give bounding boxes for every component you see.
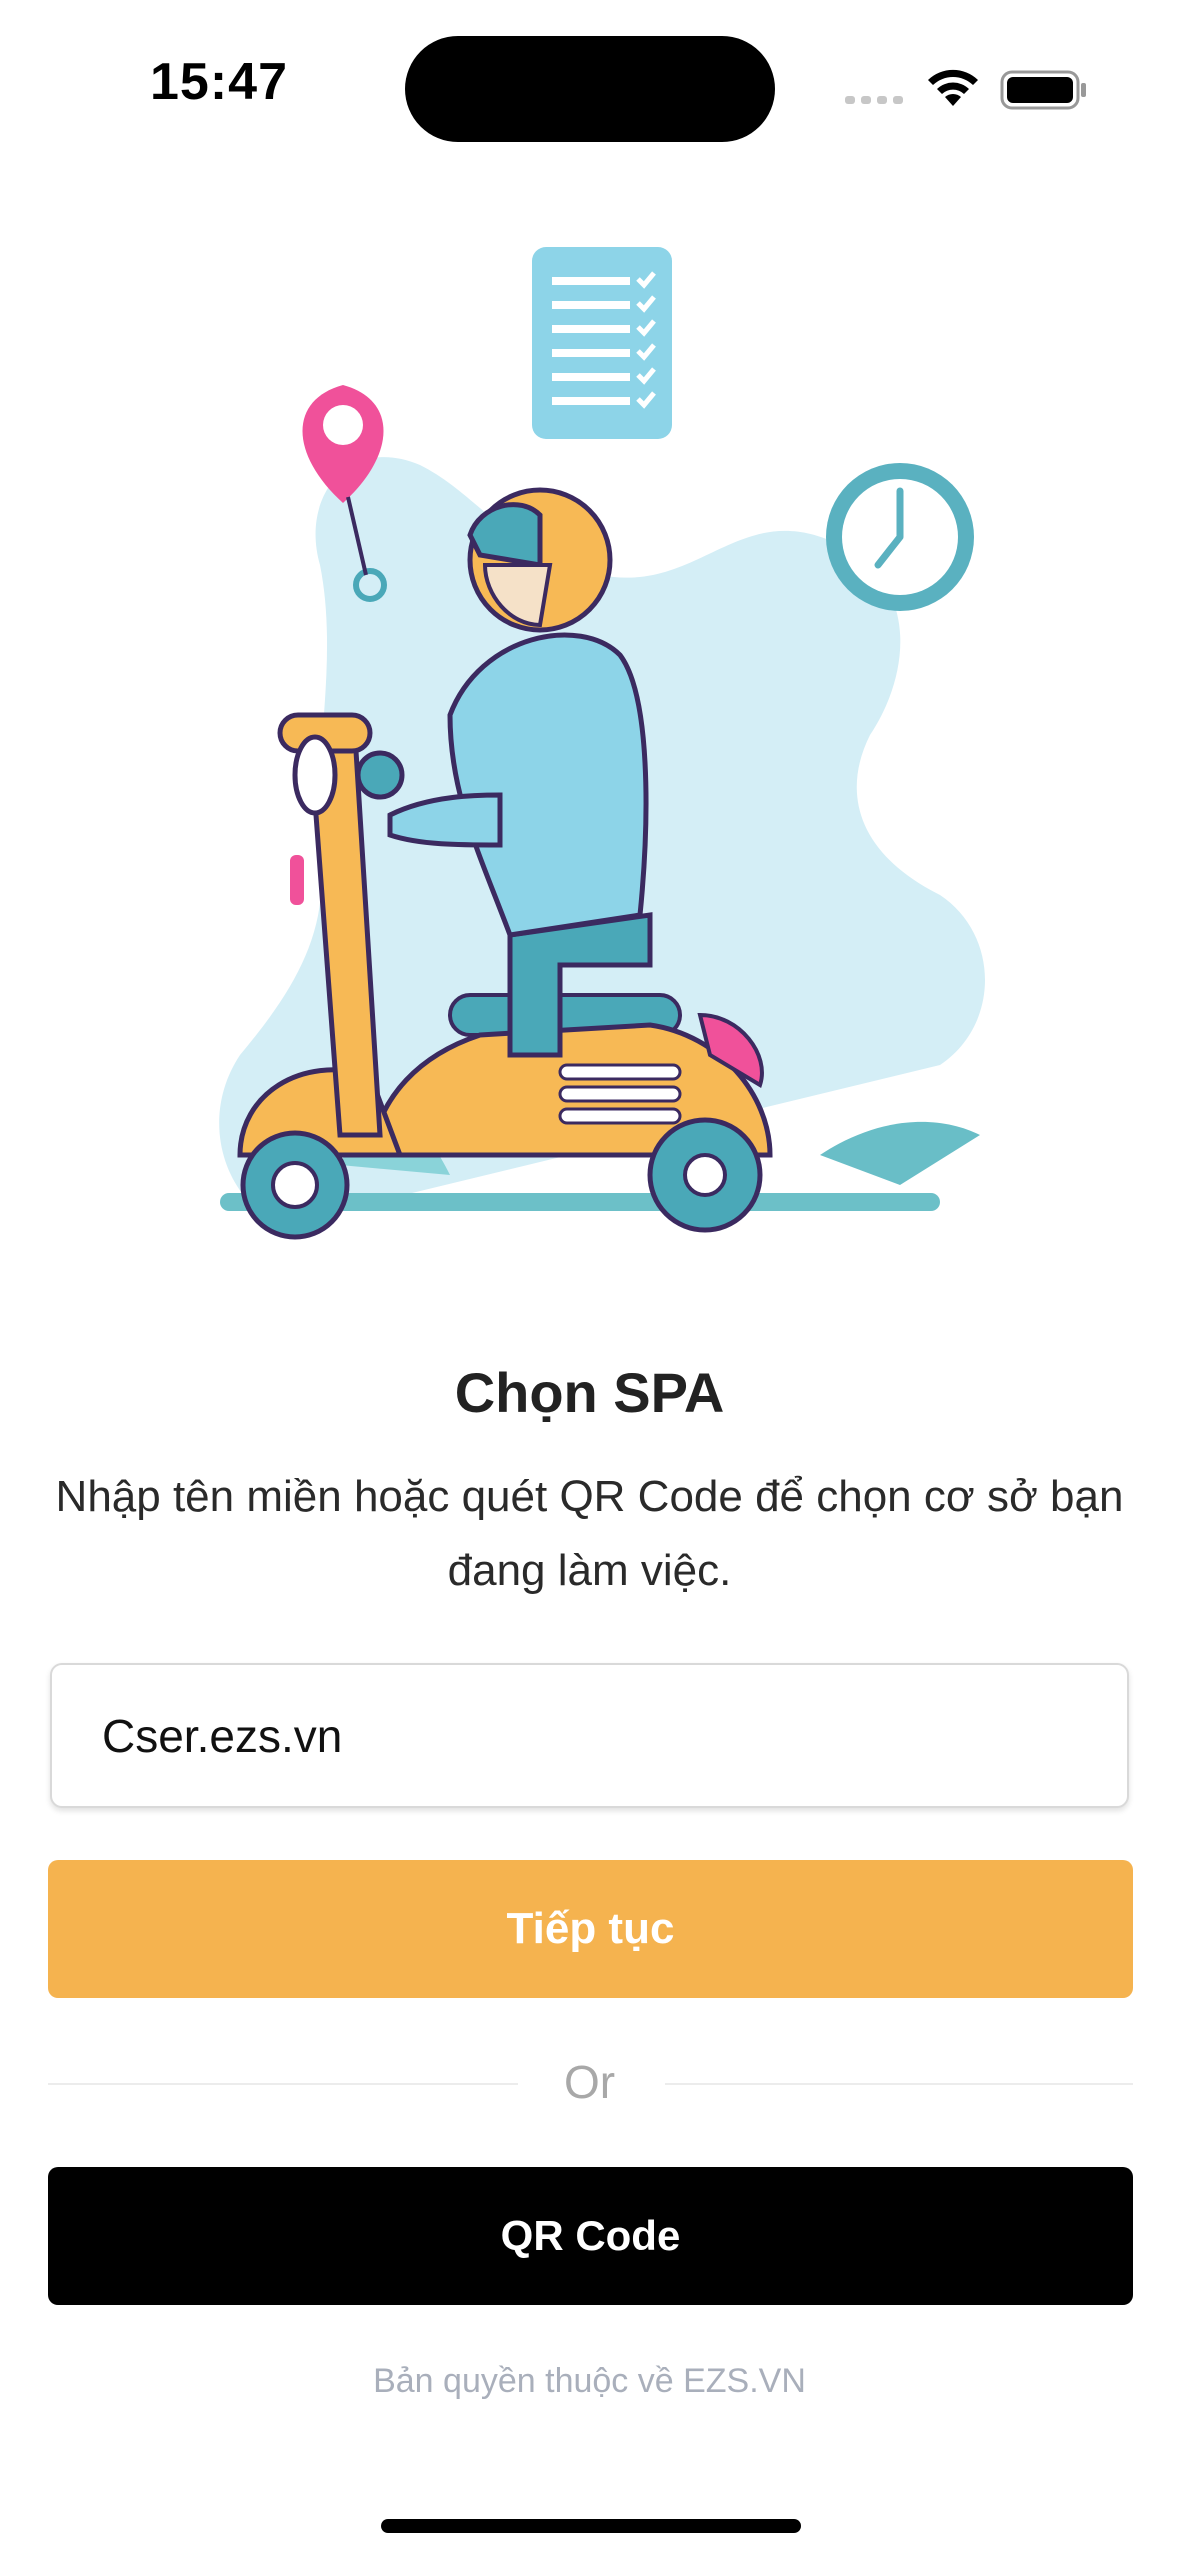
qr-code-button-label: QR Code — [500, 2212, 681, 2259]
continue-button[interactable]: Tiếp tục — [48, 1860, 1133, 1998]
domain-input[interactable] — [52, 1665, 1127, 1806]
copyright-text: Bản quyền thuộc về EZS.VN — [373, 2362, 806, 2400]
continue-button-label: Tiếp tục — [506, 1904, 675, 1953]
dynamic-island — [405, 36, 775, 142]
wifi-icon — [928, 69, 978, 106]
delivery-scooter-illustration — [219, 247, 985, 1240]
status-bar: 15:47 — [0, 0, 1179, 175]
clock-icon — [826, 463, 974, 611]
cellular-signal-icon — [845, 96, 903, 104]
status-time: 15:47 — [150, 53, 288, 111]
page-title: Chọn SPA — [454, 1361, 725, 1424]
battery-icon — [1000, 70, 1086, 110]
qr-code-button[interactable]: QR Code — [48, 2167, 1133, 2305]
divider-right — [665, 2083, 1133, 2085]
page-subtitle: Nhập tên miền hoặc quét QR Code để chọn … — [55, 1472, 1124, 1595]
home-indicator[interactable] — [381, 2519, 801, 2533]
checklist-icon — [532, 247, 672, 439]
or-divider-label: Or — [563, 2056, 616, 2108]
domain-field[interactable] — [50, 1663, 1129, 1808]
